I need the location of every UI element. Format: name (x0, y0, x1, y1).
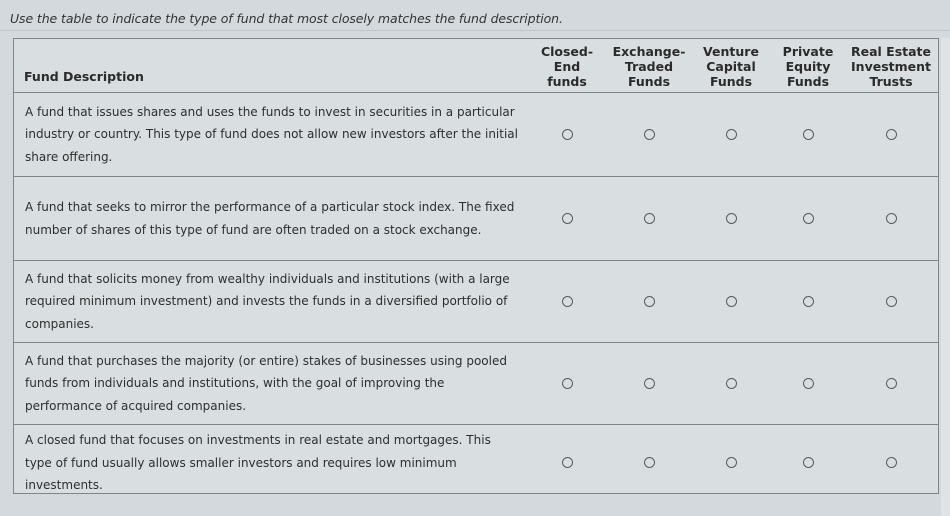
table-row: A closed fund that focuses on investment… (14, 425, 938, 501)
table-row: A fund that purchases the majority (or e… (14, 342, 938, 425)
fund-description-header: Fund Description (14, 39, 526, 93)
fund-description-cell: A fund that seeks to mirror the performa… (14, 176, 526, 261)
header-line: Funds (627, 74, 671, 89)
header-line: funds (547, 74, 587, 89)
column-header-exchange-traded-funds: Exchange- Traded Funds (608, 39, 690, 93)
fund-description-cell: A fund that solicits money from wealthy … (14, 260, 526, 343)
column-header-closed-end-funds: Closed- End funds (526, 39, 608, 93)
divider (0, 30, 950, 31)
fund-description-cell: A closed fund that focuses on investment… (25, 433, 491, 492)
radio-closed-end-funds[interactable] (561, 129, 573, 140)
radio-real-estate-investment-trusts[interactable] (885, 213, 897, 224)
header-line: Closed- (540, 44, 594, 59)
header-line: Funds (709, 74, 753, 89)
radio-real-estate-investment-trusts[interactable] (885, 129, 897, 140)
radio-closed-end-funds[interactable] (561, 296, 573, 307)
radio-private-equity-funds[interactable] (802, 213, 814, 224)
radio-venture-capital-funds[interactable] (725, 457, 737, 469)
header-line: Traded (624, 59, 674, 74)
column-header-private-equity-funds: Private Equity Funds (772, 39, 844, 93)
radio-exchange-traded-funds[interactable] (643, 457, 655, 469)
radio-venture-capital-funds[interactable] (725, 129, 737, 140)
header-line: Capital (706, 59, 756, 74)
page-edge (941, 38, 950, 516)
radio-closed-end-funds[interactable] (561, 378, 573, 389)
radio-venture-capital-funds[interactable] (725, 213, 737, 224)
radio-private-equity-funds[interactable] (802, 378, 814, 389)
table-row: A fund that issues shares and uses the f… (14, 92, 938, 177)
header-line: Exchange- (612, 44, 686, 59)
fund-description-cell: A fund that issues shares and uses the f… (14, 92, 526, 177)
radio-private-equity-funds[interactable] (802, 457, 814, 469)
radio-venture-capital-funds[interactable] (725, 378, 737, 389)
radio-venture-capital-funds[interactable] (725, 296, 737, 307)
table-row: A fund that seeks to mirror the performa… (14, 176, 938, 261)
header-line: Venture (703, 44, 759, 59)
radio-exchange-traded-funds[interactable] (643, 378, 655, 389)
radio-private-equity-funds[interactable] (802, 296, 814, 307)
radio-closed-end-funds[interactable] (561, 213, 573, 224)
header-line: End (553, 59, 581, 74)
header-row: Fund Description Closed- End funds Excha… (14, 39, 938, 93)
column-header-venture-capital-funds: Venture Capital Funds (690, 39, 772, 93)
radio-real-estate-investment-trusts[interactable] (885, 378, 897, 389)
radio-real-estate-investment-trusts[interactable] (885, 296, 897, 307)
radio-private-equity-funds[interactable] (802, 129, 814, 140)
radio-exchange-traded-funds[interactable] (643, 129, 655, 140)
fund-matching-table: Fund Description Closed- End funds Excha… (13, 38, 939, 494)
header-line: Real Estate (850, 44, 932, 59)
radio-exchange-traded-funds[interactable] (643, 296, 655, 307)
radio-real-estate-investment-trusts[interactable] (885, 457, 897, 469)
radio-exchange-traded-funds[interactable] (643, 213, 655, 224)
instruction-text: Use the table to indicate the type of fu… (10, 11, 563, 26)
header-line: Investment (851, 59, 931, 74)
radio-closed-end-funds[interactable] (561, 457, 573, 469)
fund-description-cell: A fund that purchases the majority (or e… (14, 342, 526, 425)
header-line: Funds (786, 74, 830, 89)
table-row: A fund that solicits money from wealthy … (14, 260, 938, 343)
column-header-real-estate-investment-trusts: Real Estate Investment Trusts (844, 39, 938, 93)
header-line: Private (782, 44, 834, 59)
header-line: Trusts (869, 74, 913, 89)
header-line: Equity (785, 59, 831, 74)
